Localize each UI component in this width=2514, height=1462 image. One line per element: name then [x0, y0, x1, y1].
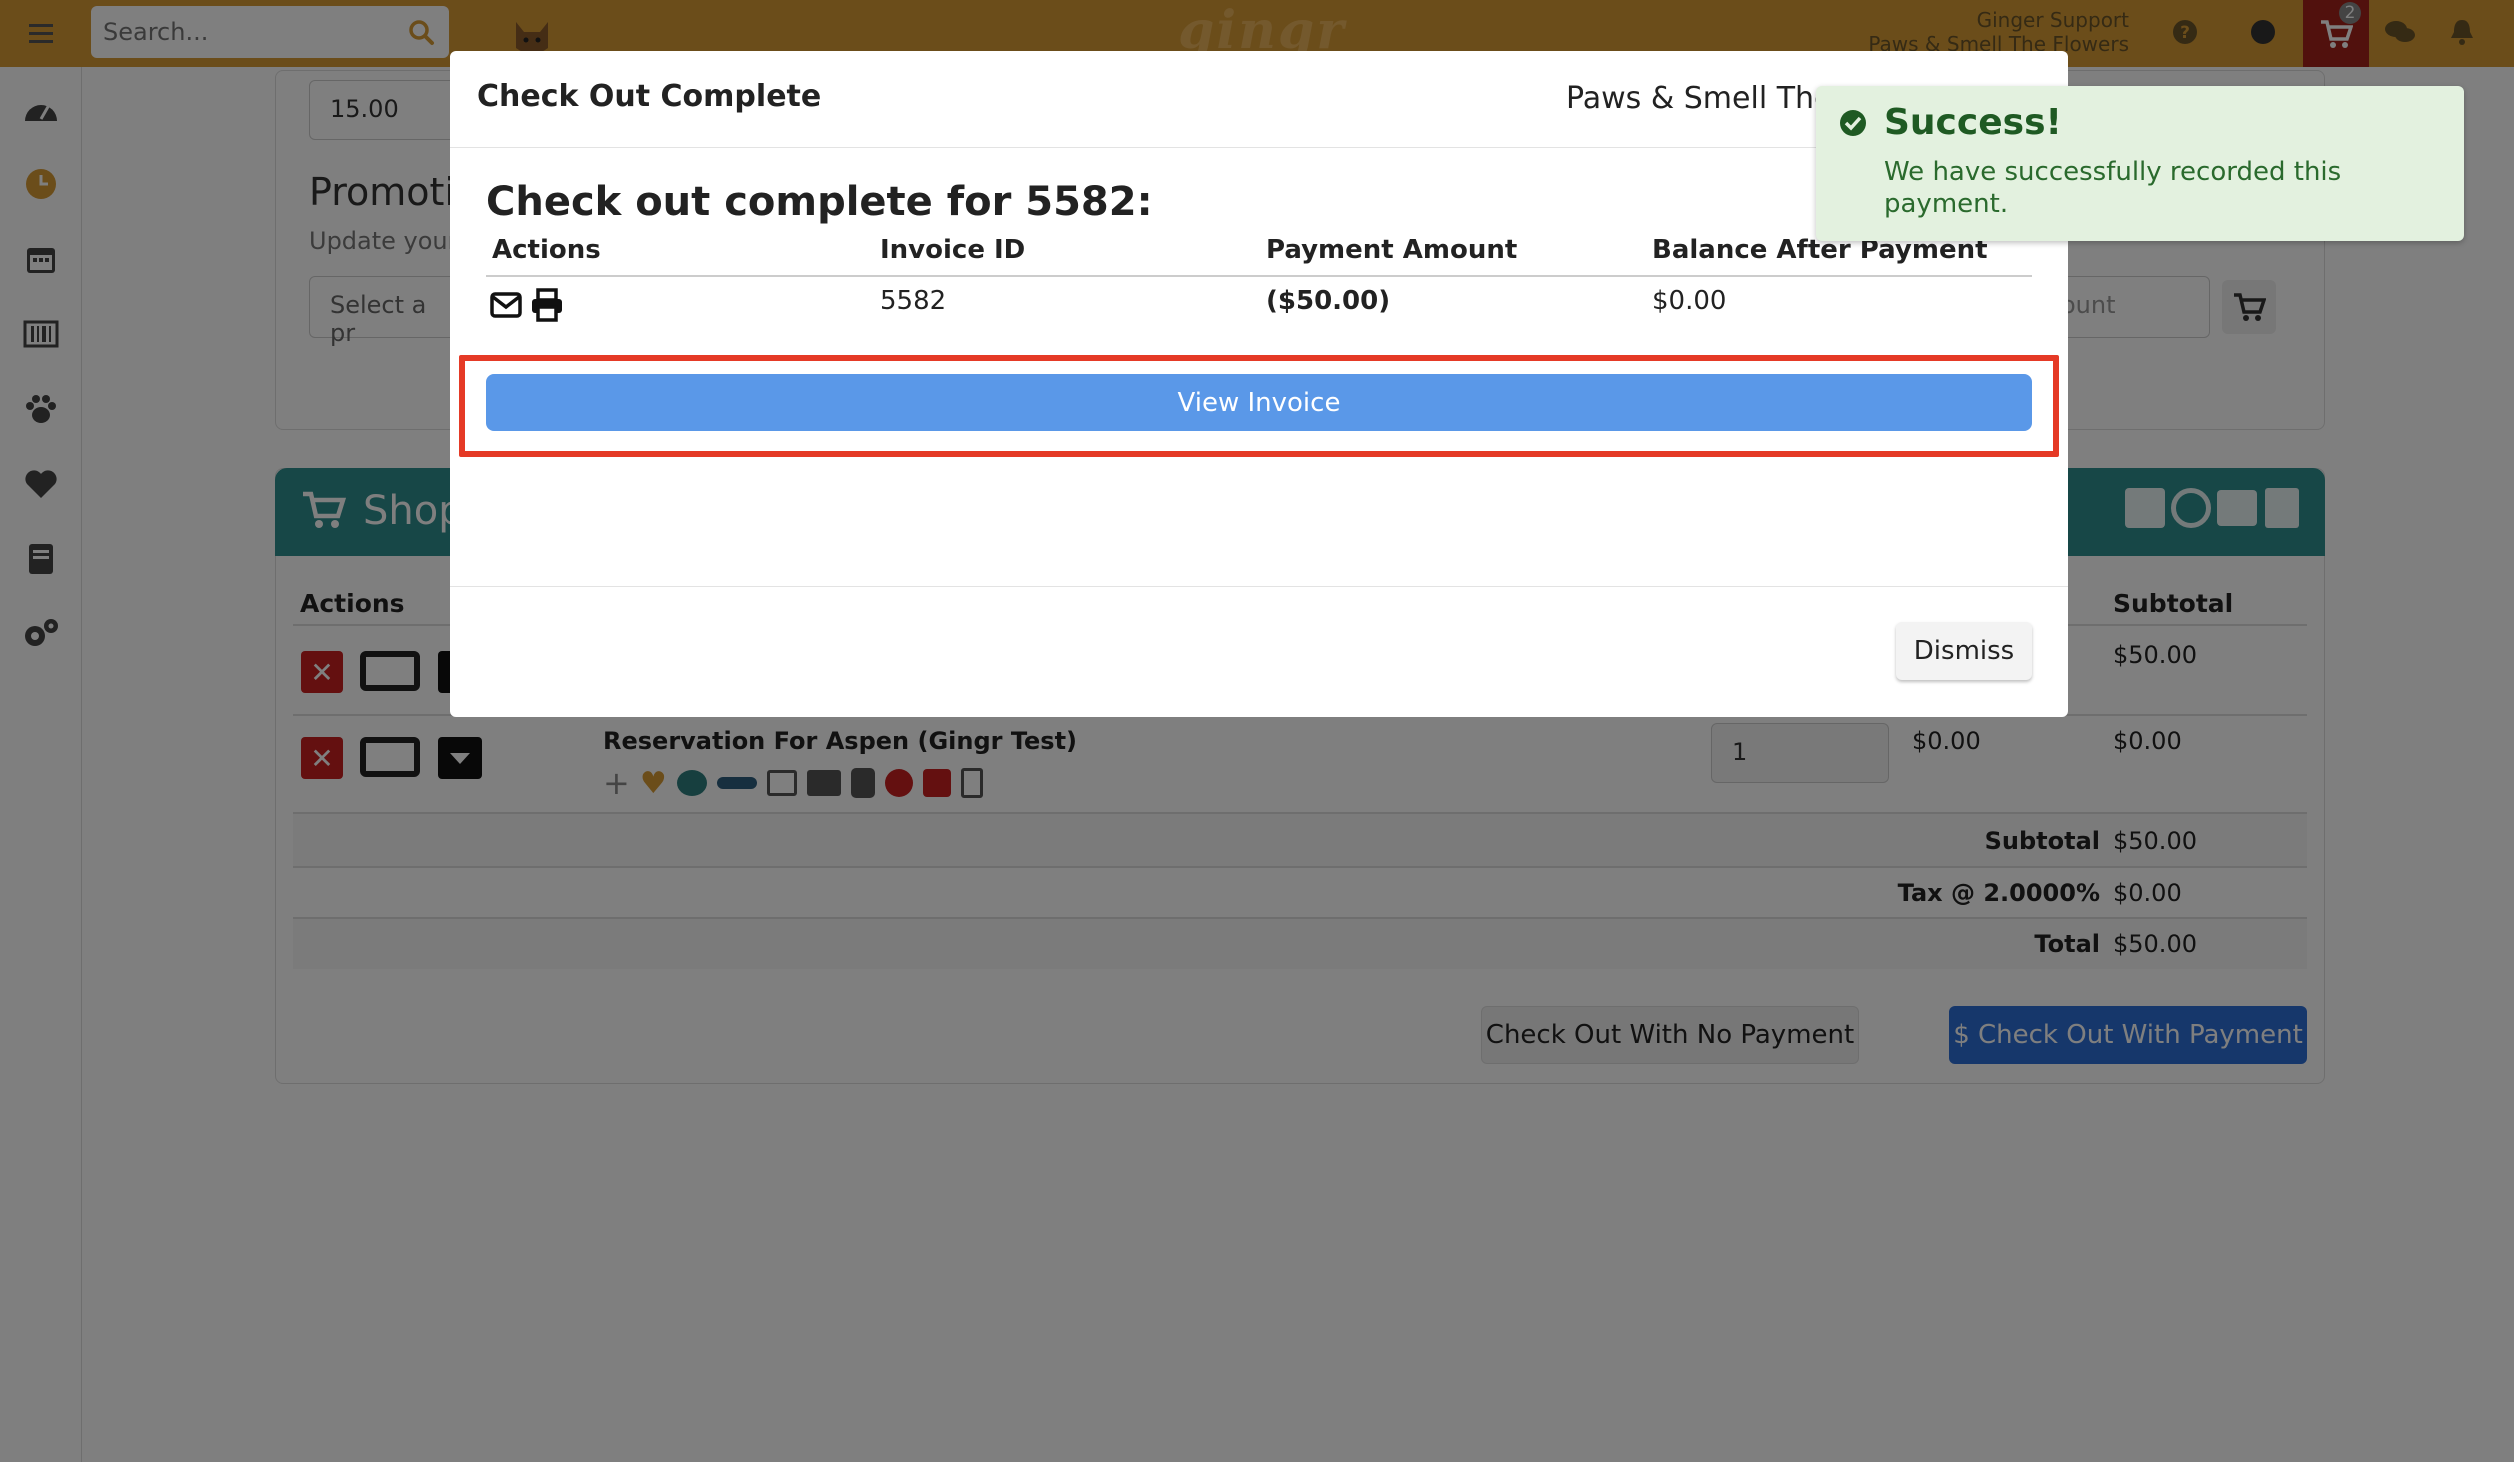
column-header-invoice-id: Invoice ID — [880, 235, 1026, 265]
email-icon[interactable] — [490, 291, 522, 319]
checkout-complete-heading: Check out complete for 5582: — [486, 179, 1153, 225]
view-invoice-highlight — [459, 355, 2059, 457]
balance-after-payment: $0.00 — [1652, 286, 1727, 316]
payment-amount: ($50.00) — [1266, 286, 1391, 316]
column-header-payment-amount: Payment Amount — [1266, 235, 1518, 265]
print-icon[interactable] — [530, 288, 564, 322]
dismiss-button[interactable]: Dismiss — [1896, 622, 2032, 680]
modal-footer-divider — [450, 586, 2068, 587]
column-header-actions: Actions — [492, 235, 601, 265]
table-divider — [486, 275, 2032, 277]
modal-title: Check Out Complete — [477, 79, 822, 114]
check-circle-icon — [1840, 110, 1866, 136]
invoice-id: 5582 — [880, 286, 947, 316]
success-toast[interactable]: Success! We have successfully recorded t… — [1816, 86, 2464, 241]
toast-title: Success! — [1884, 102, 2062, 143]
toast-message: We have successfully recorded this payme… — [1884, 157, 2342, 219]
